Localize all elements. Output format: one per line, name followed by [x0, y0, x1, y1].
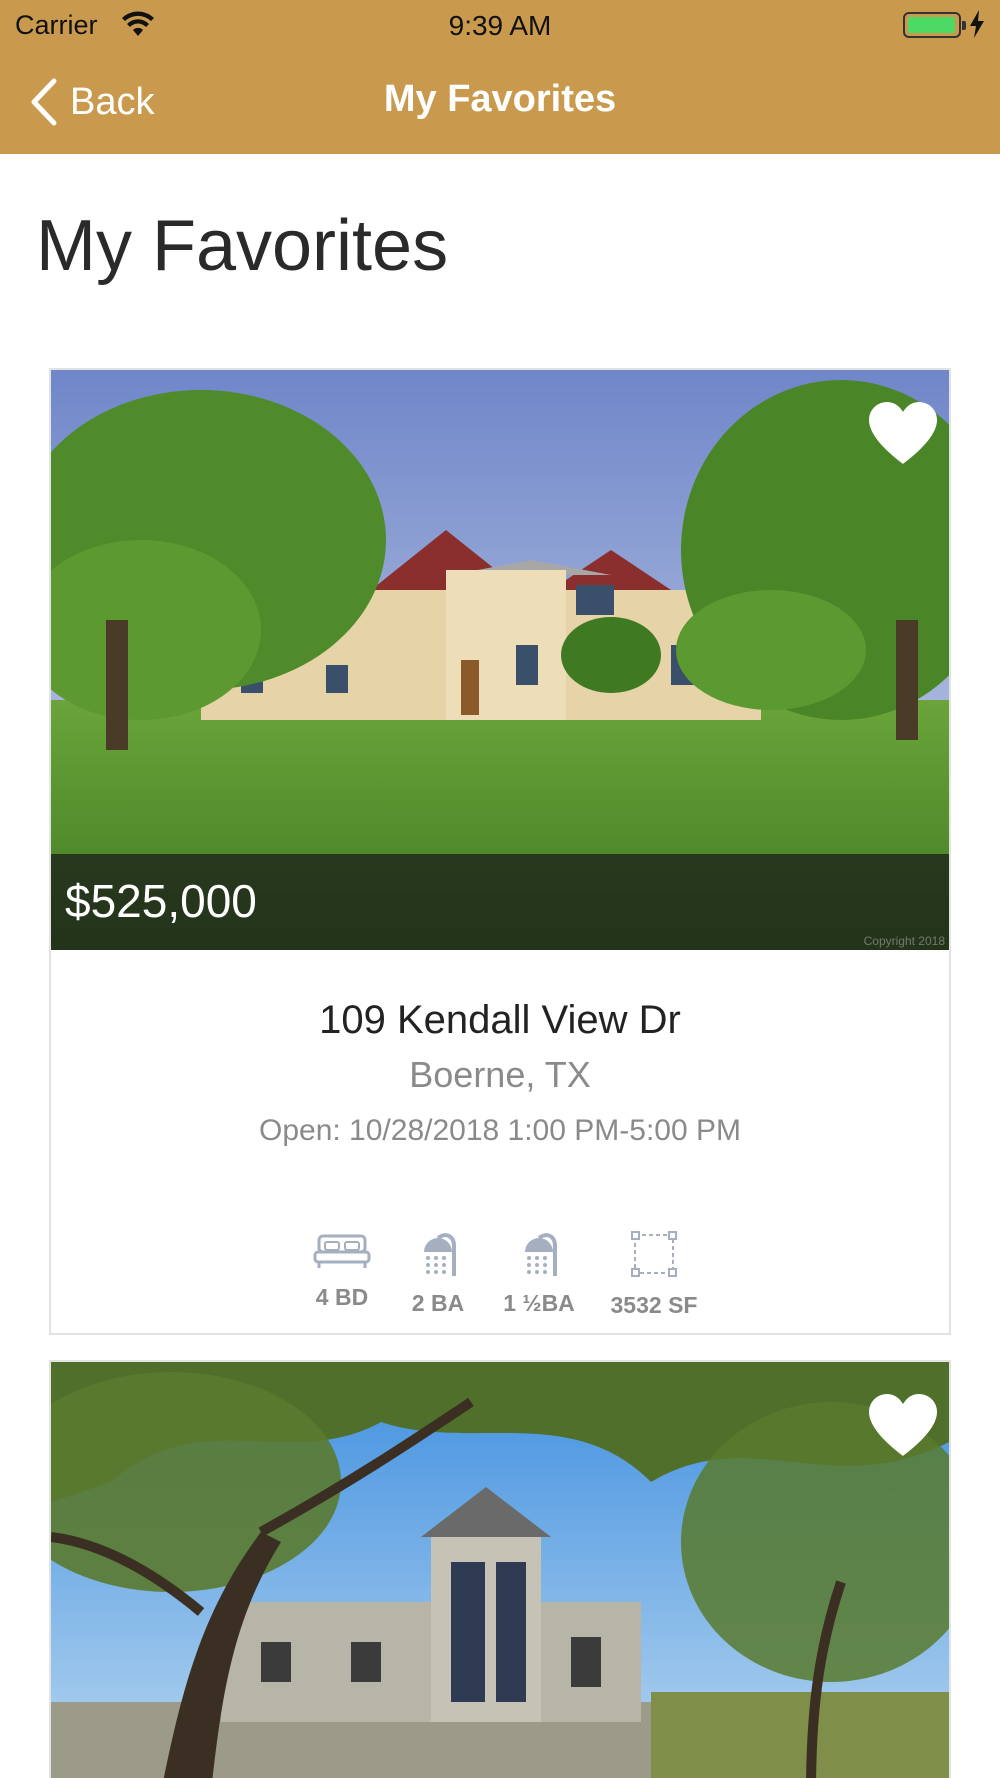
- favorite-heart-icon[interactable]: [865, 400, 941, 466]
- listing-city: Boerne, TX: [409, 1054, 591, 1095]
- price-overlay: $525,000 Copyright 2018: [51, 854, 949, 950]
- clock: 9:39 AM: [448, 10, 552, 41]
- battery-icon: [903, 12, 966, 38]
- shower-icon: [525, 1233, 557, 1276]
- bed-icon: [313, 1234, 371, 1268]
- beds-stat: 4 BD: [302, 1230, 382, 1311]
- house-photo: [51, 1362, 949, 1778]
- shower-icon: [424, 1233, 456, 1276]
- listing-address: 109 Kendall View Dr: [319, 998, 681, 1042]
- listing-photo[interactable]: [51, 1362, 949, 1778]
- half-baths-stat: 1 ½BA: [489, 1230, 589, 1317]
- listing-card[interactable]: $525,000 Copyright 2018 109 Kendall View…: [49, 368, 951, 1335]
- nav-title: My Favorites: [383, 78, 617, 120]
- baths-stat: 2 BA: [398, 1230, 478, 1317]
- listing-price: $525,000: [65, 875, 257, 927]
- baths-label: 2 BA: [411, 1290, 465, 1316]
- open-house-time: Open: 10/28/2018 1:00 PM-5:00 PM: [259, 1114, 741, 1147]
- charging-bolt-icon: [970, 10, 984, 38]
- top-bar: Carrier 9:39 AM Back My Favorites: [0, 0, 1000, 154]
- photo-watermark: Copyright 2018: [863, 934, 945, 948]
- square-footage-icon: [631, 1231, 677, 1277]
- half-baths-label: 1 ½BA: [503, 1290, 575, 1316]
- listing-card[interactable]: [49, 1360, 951, 1778]
- listing-details: 109 Kendall View Dr Boerne, TX Open: 10/…: [51, 950, 949, 1333]
- sqft-stat: 3532 SF: [599, 1230, 709, 1319]
- favorite-heart-icon[interactable]: [865, 1392, 941, 1458]
- sqft-label: 3532 SF: [610, 1292, 698, 1318]
- listing-photo[interactable]: $525,000 Copyright 2018: [51, 370, 949, 950]
- navigation-bar: Back My Favorites: [0, 50, 1000, 154]
- page-title: My Favorites: [36, 206, 449, 286]
- beds-label: 4 BD: [315, 1284, 369, 1310]
- status-bar: Carrier 9:39 AM: [0, 0, 1000, 50]
